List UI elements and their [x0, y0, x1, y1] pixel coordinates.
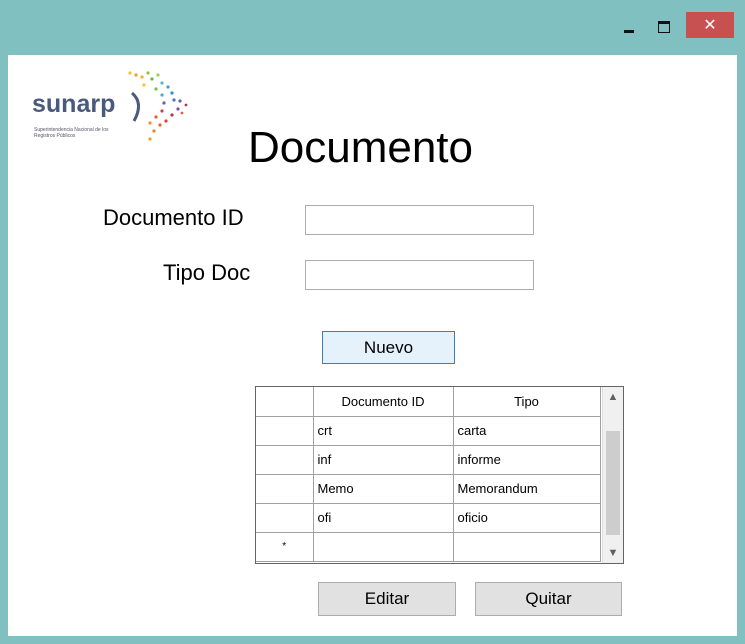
- scroll-up-icon[interactable]: ▲: [603, 387, 623, 407]
- editar-button[interactable]: Editar: [318, 582, 456, 616]
- row-header[interactable]: [256, 444, 314, 475]
- column-header-documento-id[interactable]: Documento ID: [312, 387, 454, 417]
- tipo-doc-label: Tipo Doc: [163, 260, 251, 285]
- row-header[interactable]: [256, 473, 314, 504]
- table-row[interactable]: ofi oficio: [256, 502, 601, 533]
- scroll-down-icon[interactable]: ▼: [603, 543, 623, 563]
- table-row[interactable]: inf informe: [256, 444, 601, 475]
- cell-documento-id[interactable]: crt: [312, 415, 454, 446]
- close-button[interactable]: ✕: [686, 12, 734, 38]
- row-header[interactable]: [256, 415, 314, 446]
- logo-wordmark: sunarp: [32, 90, 116, 118]
- new-cell-documento-id[interactable]: [312, 531, 454, 562]
- cell-tipo[interactable]: Memorandum: [452, 473, 601, 504]
- column-header-tipo[interactable]: Tipo: [452, 387, 601, 417]
- row-header[interactable]: [256, 502, 314, 533]
- quitar-button[interactable]: Quitar: [475, 582, 622, 616]
- tipo-doc-input[interactable]: [305, 260, 534, 290]
- maximize-icon: [658, 21, 670, 33]
- documento-id-label: Documento ID: [103, 205, 244, 230]
- cell-documento-id[interactable]: ofi: [312, 502, 454, 533]
- new-table-row[interactable]: *: [256, 531, 601, 562]
- table-row[interactable]: crt carta: [256, 415, 601, 446]
- nuevo-button[interactable]: Nuevo: [322, 331, 455, 364]
- grid-header-row: Documento ID Tipo: [256, 387, 601, 417]
- title-bar: ✕: [0, 0, 745, 55]
- cell-documento-id[interactable]: inf: [312, 444, 454, 475]
- minimize-icon: [624, 29, 634, 33]
- documents-table: Documento ID Tipo crt carta inf informe …: [256, 387, 601, 562]
- row-header-corner[interactable]: [256, 387, 314, 417]
- new-row-marker-icon: *: [256, 531, 314, 562]
- vertical-scrollbar[interactable]: ▲ ▼: [602, 387, 623, 563]
- cell-tipo[interactable]: informe: [452, 444, 601, 475]
- documents-grid[interactable]: Documento ID Tipo crt carta inf informe …: [255, 386, 624, 564]
- cell-tipo[interactable]: oficio: [452, 502, 601, 533]
- close-icon: ✕: [703, 17, 717, 34]
- cell-tipo[interactable]: carta: [452, 415, 601, 446]
- documento-id-input[interactable]: [305, 205, 534, 235]
- form-client-area: sunarp Superintendencia Nacional de los …: [8, 55, 737, 636]
- scroll-thumb[interactable]: [606, 431, 620, 535]
- logo-subtitle: Superintendencia Nacional de los Registr…: [34, 127, 109, 139]
- table-row[interactable]: Memo Memorandum: [256, 473, 601, 504]
- new-cell-tipo[interactable]: [452, 531, 601, 562]
- minimize-button[interactable]: [614, 14, 644, 40]
- cell-documento-id[interactable]: Memo: [312, 473, 454, 504]
- app-window: ✕ sunarp Superintendencia Nacional de lo…: [0, 0, 745, 644]
- sunarp-logo: sunarp Superintendencia Nacional de los …: [32, 65, 192, 160]
- maximize-button[interactable]: [649, 14, 679, 40]
- page-title: Documento: [248, 123, 474, 172]
